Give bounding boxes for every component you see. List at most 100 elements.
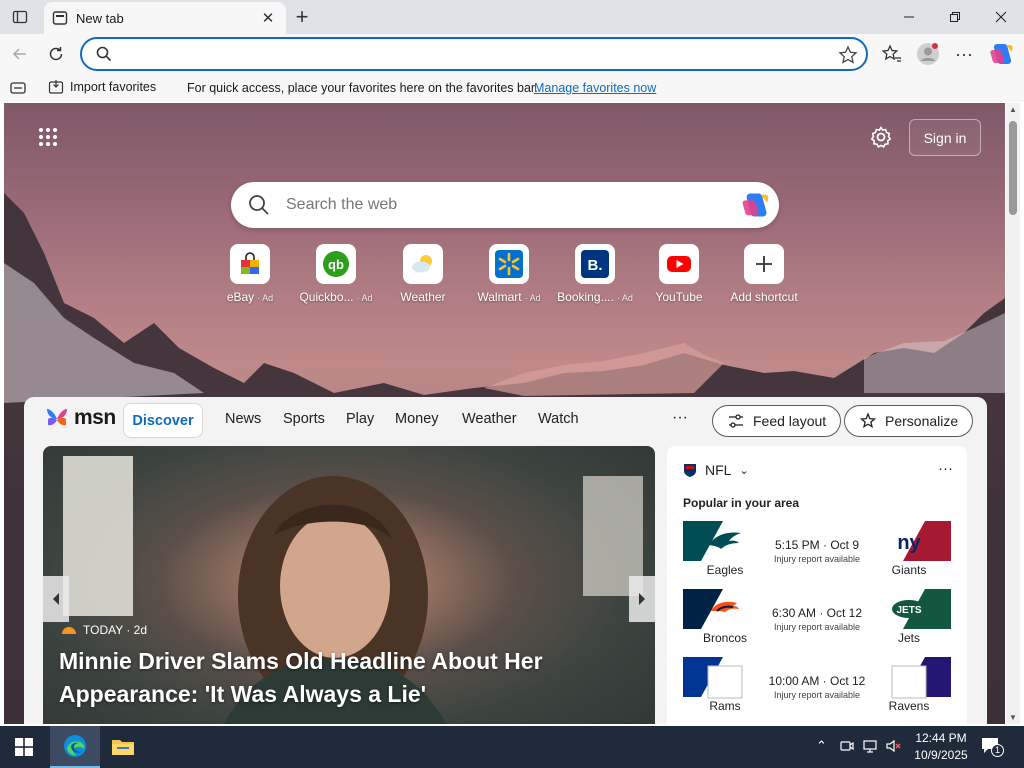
tab-actions-button[interactable] (8, 6, 32, 28)
broncos-logo-icon (683, 597, 767, 621)
network-icon[interactable] (862, 739, 878, 753)
manage-favorites-link[interactable]: Manage favorites now (534, 81, 656, 95)
feed-tab-sports[interactable]: Sports (283, 411, 325, 427)
clock-time: 12:44 PM (915, 731, 967, 745)
address-toolbar: ··· (0, 34, 1024, 74)
hero-headline[interactable]: Minnie Driver Slams Old Headline About H… (59, 645, 619, 711)
svg-text:JETS: JETS (896, 605, 921, 616)
minimize-button[interactable] (886, 0, 932, 34)
game-time: 5:15 PM · Oct 9 (774, 538, 860, 552)
msn-logo[interactable]: msn (44, 405, 116, 431)
youtube-icon (667, 256, 691, 272)
shortcut-youtube[interactable]: YouTube (637, 244, 721, 310)
feed-more-button[interactable]: ··· (672, 409, 688, 427)
booking-icon: B. (581, 250, 609, 278)
nfl-game-card[interactable]: 10:00 AM · Oct 12 Injury report availabl… (683, 657, 951, 717)
personalize-button[interactable]: Personalize (844, 405, 974, 437)
show-hidden-icons-chevron-icon[interactable]: ⌃ (816, 738, 827, 754)
profile-button[interactable] (914, 40, 942, 68)
away-team: Giants (891, 563, 927, 577)
scroll-down-arrow-icon[interactable]: ▼ (1009, 713, 1017, 722)
shortcut-label: Booking.... · Ad (557, 290, 633, 304)
plus-icon: + (295, 4, 309, 29)
feed-tab-weather[interactable]: Weather (462, 411, 517, 427)
sliders-icon (729, 414, 743, 428)
ravens-logo-placeholder-icon (867, 665, 951, 699)
injury-note: Injury report available (773, 554, 861, 564)
refresh-icon (49, 47, 63, 61)
scrollbar-thumb[interactable] (1009, 121, 1017, 215)
hero-source: TODAY · 2d (61, 623, 147, 637)
close-window-button[interactable] (978, 0, 1024, 34)
copilot-button[interactable] (988, 40, 1016, 68)
feed-tab-watch[interactable]: Watch (538, 411, 579, 427)
start-button[interactable] (0, 726, 48, 768)
close-tab-icon[interactable]: ✕ (258, 8, 278, 28)
web-search-input[interactable] (286, 194, 706, 216)
notification-center-button[interactable]: 1 (980, 735, 1004, 759)
hero-source-text: TODAY · 2d (83, 623, 148, 637)
page-scrollbar[interactable]: ▲ ▼ (1006, 103, 1020, 724)
nfl-game-card[interactable]: ny 5:15 PM · Oct 9 Injury report availab… (683, 521, 951, 581)
ad-badge: · Ad (616, 293, 633, 303)
shortcut-weather[interactable]: Weather (381, 244, 465, 310)
injury-note: Injury report available (773, 690, 861, 700)
nfl-more-button[interactable]: ··· (938, 460, 953, 477)
apps-launcher-button[interactable] (38, 127, 58, 152)
add-shortcut-button[interactable]: Add shortcut (722, 244, 806, 310)
shortcut-quickbooks[interactable]: qb Quickbo... · Ad (294, 244, 378, 310)
volume-muted-icon[interactable] (886, 739, 902, 753)
ad-badge: · Ad (356, 293, 373, 303)
sign-in-button[interactable]: Sign in (909, 119, 981, 156)
away-team: Ravens (888, 699, 930, 713)
feed-layout-button[interactable]: Feed layout (712, 405, 842, 437)
back-button[interactable] (6, 40, 34, 68)
page-settings-button[interactable] (869, 125, 893, 154)
shortcut-tile (403, 244, 443, 284)
ebay-icon (241, 252, 259, 274)
settings-more-button[interactable]: ··· (950, 40, 978, 68)
nfl-game-card[interactable]: JETS 6:30 AM · Oct 12 Injury report avai… (683, 589, 951, 649)
shortcut-tile (489, 244, 529, 284)
scroll-up-arrow-icon[interactable]: ▲ (1009, 105, 1017, 114)
shortcut-ebay[interactable]: eBay · Ad (208, 244, 292, 310)
hero-prev-button[interactable] (43, 576, 69, 622)
shortcut-label: Walmart · Ad (477, 290, 540, 304)
favorites-button[interactable] (878, 40, 906, 68)
favorites-list-icon (882, 44, 901, 62)
tab-title: New tab (76, 10, 124, 26)
shortcut-walmart[interactable]: Walmart · Ad (467, 244, 551, 310)
clock-date: 10/9/2025 (914, 748, 968, 762)
taskbar-edge[interactable] (50, 726, 100, 768)
taskbar-file-explorer[interactable] (98, 726, 148, 768)
new-tab-button[interactable]: + (290, 4, 314, 29)
shortcut-tile (659, 244, 699, 284)
nfl-league-selector[interactable]: NFL ⌄ (683, 462, 749, 478)
restore-button[interactable] (932, 0, 978, 34)
feed-tab-news[interactable]: News (225, 411, 261, 427)
shortcut-label: YouTube (655, 290, 703, 304)
refresh-button[interactable] (42, 40, 70, 68)
import-favorites-button[interactable]: Import favorites (48, 79, 156, 95)
notification-count-badge: 1 (991, 744, 1004, 757)
msn-feed: msn Discover News Sports Play Money Weat… (24, 397, 987, 724)
shortcut-booking[interactable]: B. Booking.... · Ad (553, 244, 637, 310)
feed-tab-play[interactable]: Play (346, 411, 374, 427)
svg-text:qb: qb (328, 257, 344, 272)
meet-now-icon[interactable] (840, 739, 854, 753)
apps-grid-icon (39, 128, 57, 146)
feed-tab-discover[interactable]: Discover (123, 403, 203, 438)
copilot-search-button[interactable] (741, 190, 771, 225)
system-clock[interactable]: 12:44 PM 10/9/2025 (910, 730, 972, 764)
away-team: Jets (897, 631, 920, 645)
address-input[interactable] (122, 45, 822, 65)
web-search-box[interactable] (231, 182, 779, 228)
hero-next-button[interactable] (629, 576, 655, 622)
shortcut-label: Add shortcut (730, 290, 798, 304)
address-bar[interactable] (80, 37, 868, 71)
injury-note: Injury report available (773, 622, 861, 632)
feed-tab-money[interactable]: Money (395, 411, 439, 427)
ad-badge: · Ad (524, 293, 541, 303)
tab-new-tab[interactable]: New tab ✕ (44, 2, 286, 34)
hero-story-card[interactable]: TODAY · 2d Minnie Driver Slams Old Headl… (43, 446, 655, 724)
